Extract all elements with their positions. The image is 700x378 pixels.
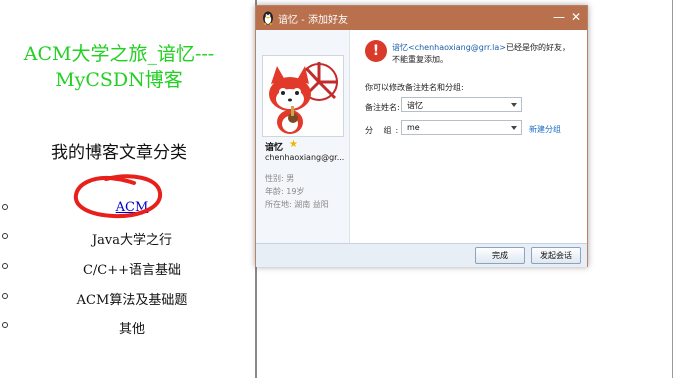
profile-gender: 性别: 男: [265, 174, 295, 183]
dialog-content: ! 谙忆<chenhaoxiang@grr.la>已经是你的好友， 不能重复添加…: [350, 30, 587, 243]
group-label: 分 组:: [365, 126, 403, 135]
category-label-java: Java大学之行: [91, 233, 173, 248]
category-heading: 我的博客文章分类: [51, 143, 187, 163]
category-label-c: C/C++语言基础: [82, 263, 182, 278]
remark-name-label: 备注姓名:: [365, 103, 400, 112]
new-group-link[interactable]: 新建分组: [529, 124, 561, 135]
category-label-acm-algo: ACM算法及基础题: [76, 293, 188, 308]
warning-icon: !: [365, 40, 387, 62]
close-icon[interactable]: ✕: [569, 9, 583, 25]
avatar[interactable]: [262, 55, 344, 137]
category-item-c: C/C++语言基础: [0, 260, 257, 280]
remark-name-value: 谙忆: [407, 101, 423, 110]
message-line2: 不能重复添加。: [392, 55, 448, 64]
done-button[interactable]: 完成: [475, 247, 525, 264]
profile-email: chenhaoxiang@gr...: [265, 153, 345, 162]
avatar-image: [263, 56, 343, 136]
chevron-down-icon[interactable]: [511, 126, 517, 130]
category-item-acm-algo: ACM算法及基础题: [0, 290, 257, 310]
category-item-acm[interactable]: ACM: [0, 200, 257, 221]
start-chat-button[interactable]: 发起会话: [531, 247, 581, 264]
edit-hint: 你可以修改备注姓名和分组:: [365, 83, 464, 92]
message-friend-name: 谙忆<chenhaoxiang@grr.la>: [392, 43, 506, 52]
divider: [672, 0, 673, 378]
qq-penguin-icon: [263, 11, 273, 25]
dialog-title: 谙忆 - 添加好友: [278, 15, 348, 26]
chevron-down-icon[interactable]: [511, 103, 517, 107]
message-text: 已经是你的好友，: [505, 43, 570, 52]
star-icon: ★: [289, 139, 298, 150]
blog-title-line1: ACM大学之旅_谙忆---: [23, 43, 215, 65]
profile-panel: 谙忆 ★ chenhaoxiang@gr... 性别: 男 年龄: 19岁 所在…: [256, 30, 350, 243]
category-label-other: 其他: [118, 322, 145, 337]
add-friend-dialog: 谙忆 - 添加好友 — ✕ 谙忆 ★ chenhaoxiang@gr... 性别…: [255, 5, 588, 267]
profile-name: 谙忆: [265, 143, 284, 153]
category-item-other: 其他: [0, 319, 257, 339]
minimize-icon[interactable]: —: [552, 9, 566, 25]
group-select[interactable]: me: [401, 120, 522, 135]
blog-pane: ACM大学之旅_谙忆--- MyCSDN博客 我的博客文章分类 ACM Java…: [0, 0, 257, 378]
remark-name-field[interactable]: 谙忆: [401, 97, 522, 112]
group-value: me: [407, 123, 420, 132]
dialog-footer: 完成 发起会话: [256, 243, 587, 267]
message-line1: 谙忆<chenhaoxiang@grr.la>已经是你的好友，: [392, 42, 570, 53]
blog-title-line2: MyCSDN博客: [55, 69, 183, 91]
dialog-titlebar[interactable]: 谙忆 - 添加好友 — ✕: [256, 6, 587, 30]
category-item-java: Java大学之行: [0, 230, 257, 250]
profile-age: 年龄: 19岁: [265, 187, 305, 196]
category-link-acm[interactable]: ACM: [0, 200, 264, 215]
profile-location: 所在地: 湖南 益阳: [265, 200, 329, 209]
